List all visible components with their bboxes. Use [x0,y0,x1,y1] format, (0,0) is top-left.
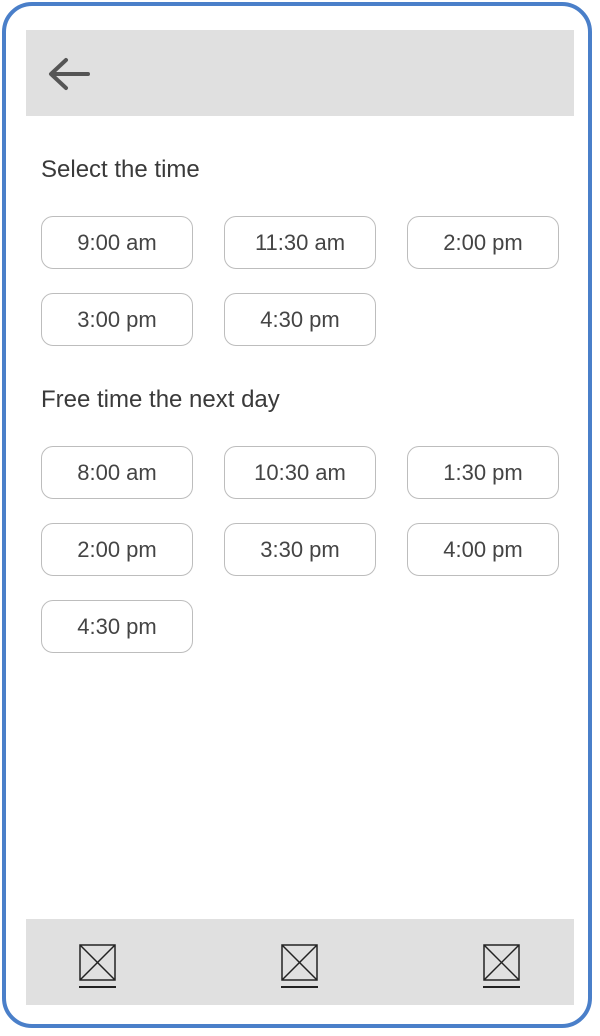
placeholder-image-icon [79,944,116,988]
placeholder-image-icon [483,944,520,988]
section-title-today: Select the time [41,156,200,183]
arrow-left-icon [49,58,90,90]
bottom-nav-item-2[interactable] [280,941,320,991]
time-slot-button[interactable]: 3:00 pm [41,293,193,346]
time-slot-grid-today: 9:00 am 11:30 am 2:00 pm 3:00 pm 4:30 pm [41,216,561,346]
time-slot-button[interactable]: 2:00 pm [41,523,193,576]
time-slot-button[interactable]: 1:30 pm [407,446,559,499]
bottom-nav-item-1[interactable] [78,941,118,991]
time-slot-button[interactable]: 3:30 pm [224,523,376,576]
bottom-navigation-bar [26,919,574,1005]
top-app-bar [26,30,574,116]
time-slot-button[interactable]: 4:30 pm [41,600,193,653]
time-slot-button[interactable]: 4:30 pm [224,293,376,346]
time-slot-button[interactable]: 9:00 am [41,216,193,269]
placeholder-image-icon [281,944,318,988]
bottom-nav-item-3[interactable] [482,941,522,991]
section-title-next-day: Free time the next day [41,386,280,413]
back-button[interactable] [44,55,92,93]
time-slot-button[interactable]: 4:00 pm [407,523,559,576]
time-slot-grid-next-day: 8:00 am 10:30 am 1:30 pm 2:00 pm 3:30 pm… [41,446,561,653]
time-slot-button[interactable]: 8:00 am [41,446,193,499]
time-slot-button[interactable]: 11:30 am [224,216,376,269]
time-slot-button[interactable]: 2:00 pm [407,216,559,269]
time-slot-button[interactable]: 10:30 am [224,446,376,499]
